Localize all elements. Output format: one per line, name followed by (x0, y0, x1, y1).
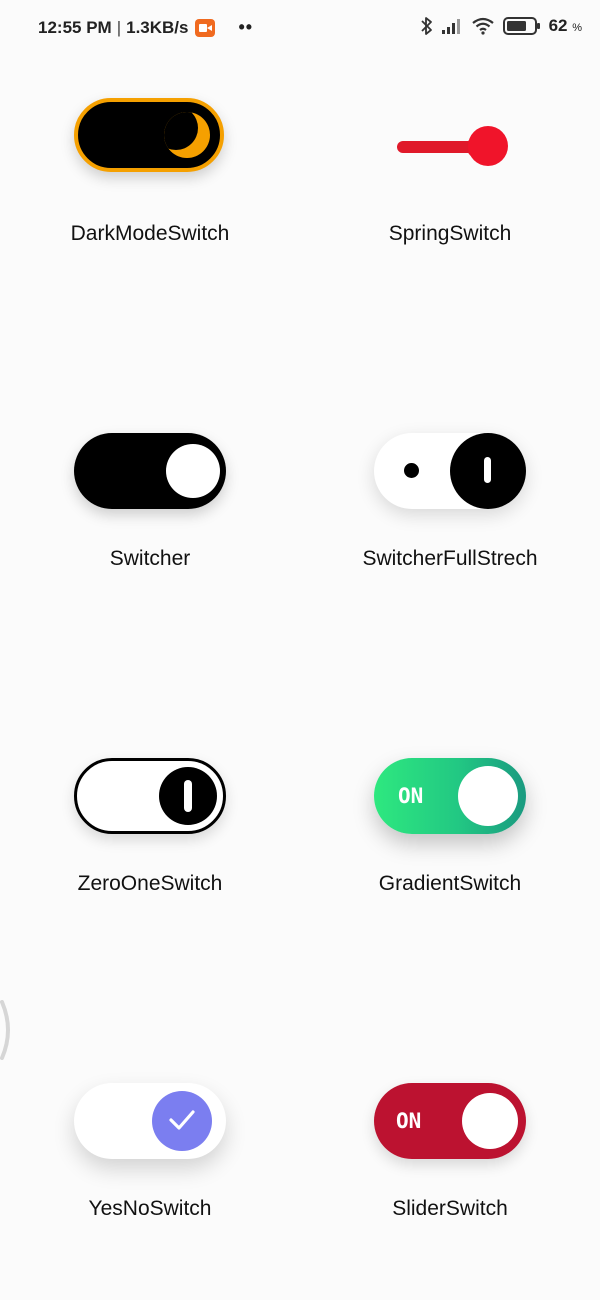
on-bar-icon (484, 457, 491, 483)
switcher-full-strech-switch[interactable] (372, 423, 528, 509)
battery-percentage: 62 % (548, 16, 582, 35)
gradient-track: ON (374, 758, 526, 834)
switch-label: YesNoSwitch (88, 1197, 212, 1220)
slider-knob (462, 1093, 518, 1149)
off-dot-icon (404, 463, 419, 478)
on-text: ON (398, 784, 424, 808)
bluetooth-icon (420, 16, 433, 36)
spring-track (397, 141, 477, 153)
switcher-knob (166, 444, 220, 498)
status-left: 12:55 PM | 1.3KB/s •• (38, 17, 253, 38)
switch-label: Switcher (109, 547, 191, 570)
spring-knob (468, 126, 508, 166)
check-icon (169, 1110, 195, 1130)
gradient-knob (458, 766, 518, 826)
gradient-switch[interactable]: ON (372, 748, 528, 834)
status-bar: 12:55 PM | 1.3KB/s •• 62 % (0, 0, 600, 56)
slider-switch[interactable]: ON (372, 1073, 528, 1159)
on-text: ON (396, 1109, 422, 1133)
switcher-track (74, 433, 226, 509)
network-speed: 1.3KB/s (126, 17, 189, 37)
yes-no-knob (152, 1091, 212, 1151)
more-notifications-icon: •• (238, 17, 254, 37)
status-right: 62 % (420, 16, 582, 36)
switch-label: GradientSwitch (378, 872, 522, 895)
moon-icon (164, 112, 210, 158)
switcher-full-strech-track (374, 433, 526, 509)
zero-one-track (74, 758, 226, 834)
switch-label: SwitcherFullStrech (362, 547, 538, 570)
clock: 12:55 PM (38, 17, 112, 37)
switcher-switch[interactable] (72, 423, 228, 509)
yes-no-track (74, 1083, 226, 1159)
switch-label: DarkModeSwitch (70, 222, 230, 245)
switch-label: SliderSwitch (392, 1197, 508, 1220)
cellular-signal-icon (441, 17, 463, 35)
spring-switch[interactable] (372, 98, 528, 178)
yes-no-switch[interactable] (72, 1073, 228, 1159)
status-separator: | (116, 17, 122, 37)
switcher-full-strech-knob (450, 433, 526, 509)
battery-icon (502, 16, 541, 36)
wifi-icon (471, 17, 495, 35)
zero-one-knob (159, 767, 217, 825)
dark-mode-switch[interactable] (72, 98, 228, 192)
edge-gesture-handle[interactable] (0, 1000, 14, 1060)
switch-label: SpringSwitch (388, 222, 512, 245)
slider-track: ON (374, 1083, 526, 1159)
switch-label: ZeroOneSwitch (77, 872, 223, 895)
one-bar-icon (184, 780, 192, 812)
dark-mode-track (74, 98, 224, 172)
zero-one-switch[interactable] (72, 748, 228, 834)
screen-record-icon (194, 18, 215, 37)
